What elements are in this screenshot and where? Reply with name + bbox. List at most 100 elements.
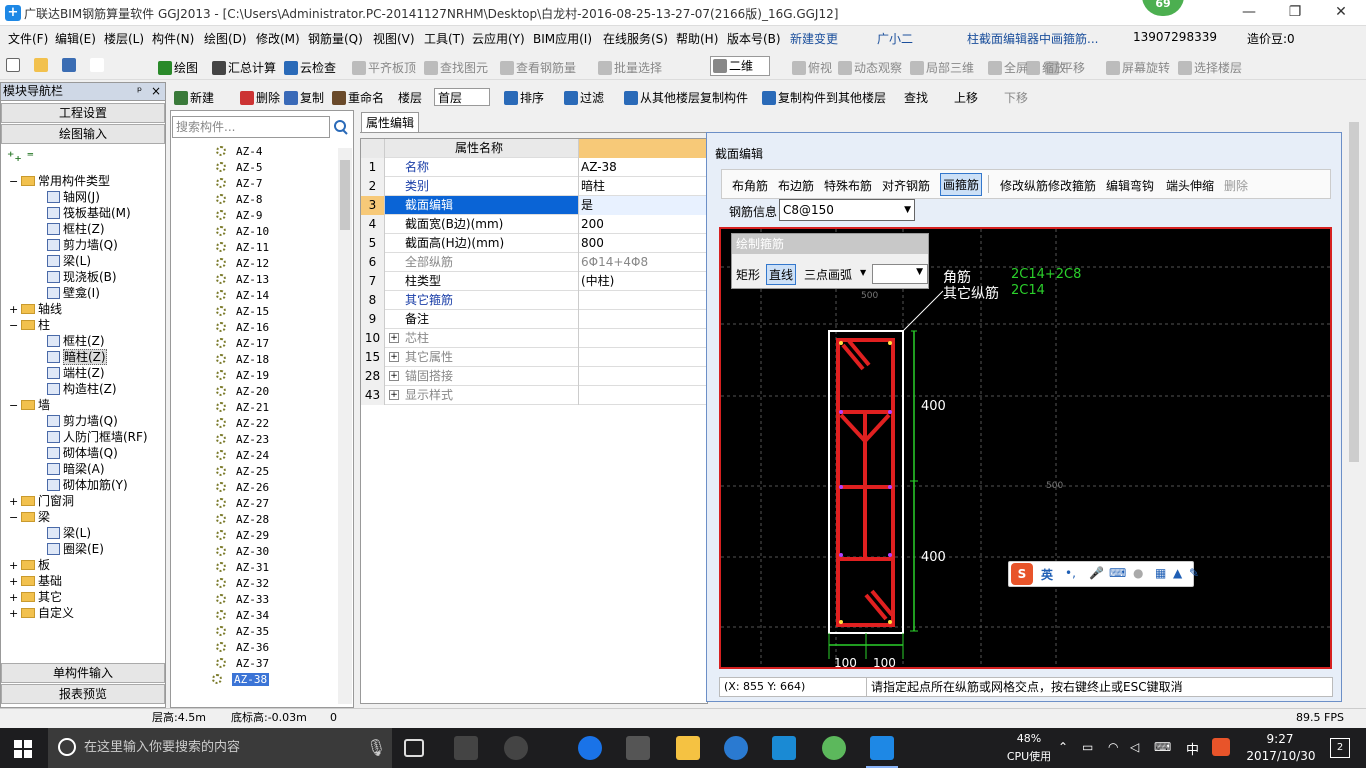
menu-item-5[interactable]: 修改(M) xyxy=(256,30,300,47)
menu-item-11[interactable]: 在线服务(S) xyxy=(603,30,668,47)
toolbar-btn-0[interactable]: 绘图 xyxy=(158,59,198,76)
property-value[interactable] xyxy=(578,291,707,310)
wifi-icon[interactable]: ◠ xyxy=(1108,740,1118,754)
property-value[interactable] xyxy=(578,367,707,386)
property-value[interactable]: 200 xyxy=(578,215,707,234)
search-icon[interactable] xyxy=(331,116,351,138)
menu-item-6[interactable]: 钢筋量(Q) xyxy=(308,30,363,47)
section-tool-5[interactable]: 修改纵筋 xyxy=(1000,177,1048,194)
tree-item-13[interactable]: 构造柱(Z) xyxy=(47,381,117,397)
component-item[interactable]: AZ-15 xyxy=(216,304,269,320)
property-value[interactable]: 是 xyxy=(578,196,707,215)
glodon-g-icon[interactable] xyxy=(772,736,796,760)
property-value[interactable] xyxy=(578,386,707,405)
toolbar-btn-14[interactable]: 屏幕旋转 xyxy=(1106,59,1170,76)
component-list-scrollbar[interactable] xyxy=(338,148,352,704)
toolbar-btn-9[interactable]: 动态观察 xyxy=(838,59,902,76)
component-item[interactable]: AZ-4 xyxy=(216,144,263,160)
component-toolbar-btn-4[interactable]: 楼层 xyxy=(398,89,422,106)
app-icon[interactable]: + xyxy=(5,5,21,21)
property-row[interactable]: 15 + 其它属性 xyxy=(361,348,707,367)
component-item[interactable]: AZ-5 xyxy=(216,160,263,176)
clock-time[interactable]: 9:27 xyxy=(1250,732,1310,746)
undo-icon[interactable] xyxy=(90,58,106,72)
section-tool-7[interactable]: 编辑弯钩 xyxy=(1106,177,1154,194)
sogou-tray-icon[interactable] xyxy=(1212,738,1230,756)
tree-item-24[interactable]: + 板 xyxy=(9,557,50,573)
menu-item-8[interactable]: 工具(T) xyxy=(424,30,465,47)
component-item[interactable]: AZ-17 xyxy=(216,336,269,352)
ime-language[interactable]: 英 xyxy=(1041,566,1053,583)
property-row[interactable]: 9 备注 xyxy=(361,310,707,329)
toolbar-btn-13[interactable]: 平移 xyxy=(1045,59,1085,76)
notification-icon[interactable]: 2 xyxy=(1330,738,1350,758)
component-item[interactable]: AZ-36 xyxy=(216,640,269,656)
tree-item-15[interactable]: 剪力墙(Q) xyxy=(47,413,118,429)
component-item[interactable]: AZ-24 xyxy=(216,448,269,464)
tree-item-11[interactable]: 暗柱(Z) xyxy=(47,349,107,365)
microphone-icon[interactable]: 🎙 xyxy=(366,738,386,757)
expand-plus-icon[interactable]: + xyxy=(389,352,399,362)
property-row[interactable]: 7 柱类型 (中柱) xyxy=(361,272,707,291)
expand-all-icon[interactable]: ⁺₊ ⁼ xyxy=(7,149,34,165)
component-item[interactable]: AZ-27 xyxy=(216,496,269,512)
report-preview-button[interactable]: 报表预览 xyxy=(1,684,165,704)
component-toolbar-btn-12[interactable]: 下移 xyxy=(1004,89,1028,106)
component-item[interactable]: AZ-7 xyxy=(216,176,263,192)
tree-item-3[interactable]: 框柱(Z) xyxy=(47,221,105,237)
toolbar-btn-1[interactable]: 汇总计算 xyxy=(212,59,276,76)
property-value[interactable] xyxy=(578,310,707,329)
toolbar-btn-10[interactable]: 局部三维 xyxy=(910,59,974,76)
component-toolbar-btn-9[interactable]: 复制构件到其他楼层 xyxy=(762,89,886,106)
component-item[interactable]: AZ-21 xyxy=(216,400,269,416)
internet-explorer-icon[interactable] xyxy=(724,736,748,760)
property-row[interactable]: 5 截面高(H边)(mm) 800 xyxy=(361,234,707,253)
toolbar-btn-2[interactable]: 云检查 xyxy=(284,59,336,76)
menu-item-17[interactable]: 13907298339 xyxy=(1133,30,1217,44)
single-component-input-button[interactable]: 单构件输入 xyxy=(1,663,165,683)
section-tool-8[interactable]: 端头伸缩 xyxy=(1166,177,1214,194)
notification-badge[interactable]: 69 xyxy=(1142,0,1184,16)
property-row[interactable]: 3 截面编辑 是 xyxy=(361,196,707,215)
minimize-button[interactable]: — xyxy=(1226,2,1272,24)
menu-item-2[interactable]: 楼层(L) xyxy=(104,30,144,47)
component-item[interactable]: AZ-11 xyxy=(216,240,269,256)
expand-toggle-icon[interactable]: + xyxy=(9,302,21,318)
property-row[interactable]: 8 其它箍筋 xyxy=(361,291,707,310)
draw-mode-0[interactable]: 矩形 xyxy=(736,266,760,283)
expand-toggle-icon[interactable]: + xyxy=(9,494,21,510)
toolbar-btn-6[interactable]: 批量选择 xyxy=(598,59,662,76)
menu-item-9[interactable]: 云应用(Y) xyxy=(472,30,525,47)
tree-item-12[interactable]: 端柱(Z) xyxy=(47,365,105,381)
component-item[interactable]: AZ-35 xyxy=(216,624,269,640)
tree-item-8[interactable]: + 轴线 xyxy=(9,301,62,317)
expand-toggle-icon[interactable]: − xyxy=(9,510,21,526)
toolbar-btn-15[interactable]: 选择楼层 xyxy=(1178,59,1242,76)
component-item[interactable]: AZ-29 xyxy=(216,528,269,544)
chevron-up-icon[interactable]: ⌃ xyxy=(1058,740,1068,754)
component-item[interactable]: AZ-32 xyxy=(216,576,269,592)
spiral-app-icon[interactable] xyxy=(504,736,528,760)
expand-toggle-icon[interactable]: + xyxy=(9,590,21,606)
property-value[interactable]: 6Φ14+4Φ8 xyxy=(578,253,707,272)
property-value[interactable]: AZ-38 xyxy=(578,158,707,177)
toolbar-btn-7[interactable]: 二维 xyxy=(710,56,771,76)
component-toolbar-btn-5[interactable]: 首层 xyxy=(434,88,490,106)
arc-option-select[interactable]: ▼ xyxy=(872,264,928,284)
property-value[interactable]: (中柱) xyxy=(578,272,707,291)
component-item[interactable]: AZ-18 xyxy=(216,352,269,368)
tree-item-23[interactable]: 圈梁(E) xyxy=(47,541,104,557)
component-item[interactable]: AZ-25 xyxy=(216,464,269,480)
menu-item-1[interactable]: 编辑(E) xyxy=(55,30,96,47)
toolbar-btn-5[interactable]: 查看钢筋量 xyxy=(500,59,576,76)
tree-item-26[interactable]: + 其它 xyxy=(9,589,62,605)
component-item[interactable]: AZ-23 xyxy=(216,432,269,448)
component-item[interactable]: AZ-28 xyxy=(216,512,269,528)
section-tool-0[interactable]: 布角筋 xyxy=(732,177,768,194)
punctuation-icon[interactable]: •, xyxy=(1065,566,1076,580)
grid-icon[interactable]: ▦ xyxy=(1155,566,1166,580)
menu-item-15[interactable]: 广小二 xyxy=(877,30,913,47)
section-tool-1[interactable]: 布边筋 xyxy=(778,177,814,194)
section-tool-3[interactable]: 对齐钢筋 xyxy=(882,177,930,194)
menu-item-16[interactable]: 柱截面编辑器中画箍筋... xyxy=(967,30,1098,47)
